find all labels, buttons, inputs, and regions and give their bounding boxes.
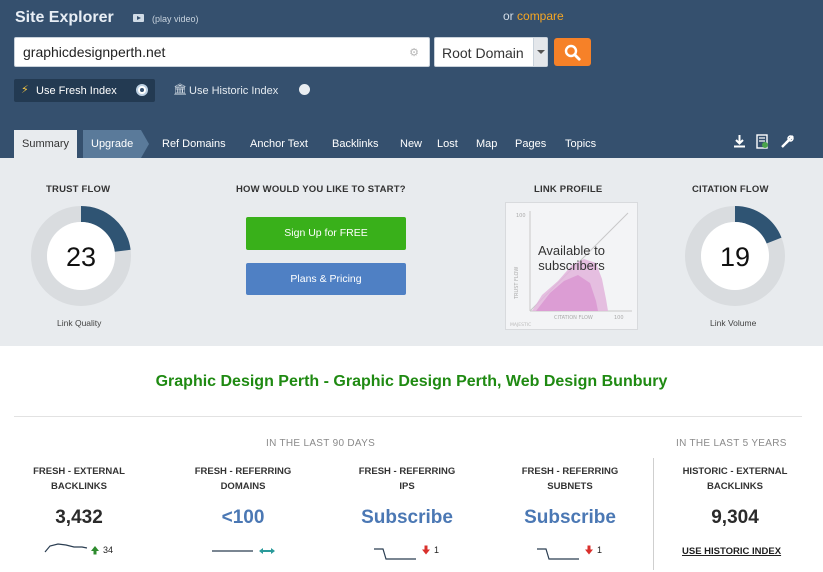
metric-label-line: SUBNETS	[547, 481, 593, 492]
tab-lost[interactable]: Lost	[437, 130, 458, 158]
section-separator	[653, 458, 654, 570]
trust-flow-value: 23	[65, 242, 97, 272]
trend-down-icon	[422, 545, 430, 555]
metric-label-line: DOMAINS	[220, 481, 266, 492]
compare-prefix: or	[503, 9, 514, 23]
metric-label-domains: FRESH - REFERRING DOMAINS	[168, 464, 318, 494]
domain-scope-select[interactable]: Root Domain	[434, 37, 548, 67]
metric-label-line: FRESH - EXTERNAL	[33, 466, 125, 477]
historic-index-radio[interactable]	[299, 84, 310, 95]
citation-flow-caption: Link Volume	[710, 318, 757, 328]
metric-value-backlinks: 3,432	[55, 507, 103, 528]
search-button[interactable]	[554, 38, 591, 66]
link-profile-chart: 100 100 TRUST FLOW CITATION FLOW MAJESTI…	[505, 202, 638, 330]
bank-icon: 🏛	[173, 84, 187, 96]
metric-label-line: BACKLINKS	[51, 481, 107, 492]
search-icon	[564, 44, 581, 61]
metric-delta-subnets: 1	[597, 545, 603, 555]
play-video-icon[interactable]	[133, 14, 144, 22]
metric-label-backlinks: FRESH - EXTERNAL BACKLINKS	[4, 464, 154, 494]
metric-label-line: IPS	[399, 481, 415, 492]
start-title: HOW WOULD YOU LIKE TO START?	[236, 184, 406, 195]
metric-value-subnets[interactable]: Subscribe	[495, 507, 645, 529]
link-profile-tick-y: 100	[516, 213, 526, 219]
tab-upgrade[interactable]: Upgrade	[83, 130, 150, 158]
link-profile-axis-x: CITATION FLOW	[554, 315, 593, 321]
metric-delta-ips: 1	[434, 545, 440, 555]
gear-icon[interactable]: ⚙	[409, 46, 419, 59]
fresh-index-radio[interactable]	[136, 84, 148, 96]
citation-flow-value: 19	[719, 242, 751, 272]
compare-area: or compare	[503, 9, 564, 23]
domain-scope-value: Root Domain	[442, 45, 524, 61]
divider	[14, 416, 802, 417]
metric-label-line: FRESH - REFERRING	[194, 466, 292, 477]
plans-pricing-button[interactable]: Plans & Pricing	[246, 263, 406, 295]
trend-down-icon	[585, 545, 593, 555]
metric-label-ips: FRESH - REFERRING IPS	[332, 464, 482, 494]
subnets-sparkline	[537, 548, 579, 560]
lightning-icon: ⚡	[21, 84, 29, 96]
tools-icon[interactable]	[780, 134, 795, 149]
trend-up-icon	[91, 546, 99, 555]
use-historic-index-link[interactable]: USE HISTORIC INDEX	[682, 546, 781, 557]
metric-label-line: BACKLINKS	[707, 481, 763, 492]
sign-up-button[interactable]: Sign Up for FREE	[246, 217, 406, 250]
metric-value-ips[interactable]: Subscribe	[332, 507, 482, 529]
trust-flow-title: TRUST FLOW	[46, 184, 111, 195]
compare-link[interactable]: compare	[517, 9, 564, 23]
fresh-index-option[interactable]: ⚡ Use Fresh Index	[14, 79, 155, 102]
search-input[interactable]	[23, 38, 403, 66]
trust-flow-caption: Link Quality	[57, 318, 102, 328]
link-profile-tick-x: 100	[614, 315, 624, 321]
period-historic: IN THE LAST 5 YEARS	[676, 438, 787, 449]
metric-delta-backlinks: 34	[103, 545, 114, 555]
chevron-down-icon[interactable]	[533, 38, 547, 66]
link-profile-overlay: Available to subscribers	[538, 243, 605, 273]
tab-topics[interactable]: Topics	[565, 130, 596, 158]
period-recent: IN THE LAST 90 DAYS	[266, 438, 376, 449]
tab-backlinks[interactable]: Backlinks	[332, 130, 378, 158]
play-video-link[interactable]: (play video)	[152, 14, 199, 24]
ips-sparkline	[374, 548, 416, 560]
metric-value-historic-backlinks: 9,304	[711, 507, 759, 528]
link-profile-title: LINK PROFILE	[534, 184, 603, 195]
tab-pages[interactable]: Pages	[515, 130, 546, 158]
majestic-logo: MAJESTIC	[510, 322, 531, 328]
backlinks-sparkline	[44, 543, 88, 553]
tab-anchor-text[interactable]: Anchor Text	[250, 130, 308, 158]
tab-summary[interactable]: Summary	[14, 130, 78, 158]
search-box[interactable]: ⚙	[14, 37, 430, 67]
historic-index-label: Use Historic Index	[189, 85, 279, 97]
metric-label-line: FRESH - REFERRING	[521, 466, 619, 477]
metric-label-subnets: FRESH - REFERRING SUBNETS	[495, 464, 645, 494]
citation-flow-title: CITATION FLOW	[692, 184, 769, 195]
domains-sparkline	[212, 548, 275, 554]
tab-new[interactable]: New	[400, 130, 422, 158]
tab-ref-domains[interactable]: Ref Domains	[162, 130, 226, 158]
tab-map[interactable]: Map	[476, 130, 497, 158]
site-title: Graphic Design Perth - Graphic Design Pe…	[155, 373, 668, 390]
download-icon[interactable]	[733, 134, 746, 148]
app-title: Site Explorer	[15, 9, 114, 26]
metric-label-line: HISTORIC - EXTERNAL	[682, 466, 788, 477]
metric-label-line: FRESH - REFERRING	[358, 466, 456, 477]
metric-value-domains[interactable]: <100	[168, 507, 318, 529]
report-icon[interactable]	[756, 134, 769, 149]
fresh-index-label: Use Fresh Index	[36, 85, 117, 97]
metric-label-historic-backlinks: HISTORIC - EXTERNAL BACKLINKS	[660, 464, 810, 494]
